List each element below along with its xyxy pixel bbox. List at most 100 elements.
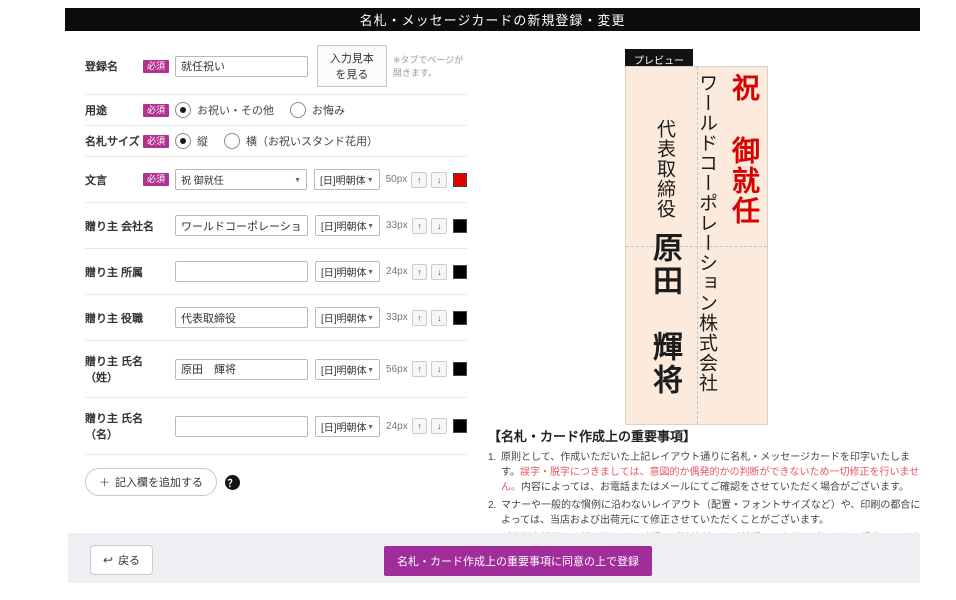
registration-name-input[interactable] <box>175 56 308 77</box>
note-item: 1. 原則として、作成いただいた上記レイアウト通りに名札・メッセージカードを印字… <box>488 450 922 495</box>
usage-row: 用途 必須 お祝い・その他 お悔み <box>85 95 467 126</box>
company-font-select[interactable]: [日]明朝体 <box>315 215 380 236</box>
note-text: マナーや一般的な慣例に沿わないレイアウト（配置・フォントサイズなど）や、印刷の都… <box>501 498 922 528</box>
size-down-button[interactable] <box>431 310 447 326</box>
position-label: 贈り主 役職 <box>85 310 143 326</box>
chevron-down-icon <box>367 266 374 277</box>
add-field-button[interactable]: ＋ 記入欄を追加する <box>85 468 217 496</box>
usage-radio-condolence[interactable] <box>290 102 306 118</box>
company-label: 贈り主 会社名 <box>85 218 154 234</box>
chevron-down-icon <box>367 421 374 432</box>
message-select[interactable]: 祝 御就任 <box>175 169 307 190</box>
department-font-size: 24px <box>386 266 408 277</box>
first-name-font-select[interactable]: [日]明朝体 <box>315 416 380 437</box>
note-number: 2. <box>488 498 501 528</box>
first-name-label: 贈り主 氏名（名） <box>85 410 169 442</box>
note-item: 2. マナーや一般的な慣例に沿わないレイアウト（配置・フォントサイズなど）や、印… <box>488 498 922 528</box>
registration-name-label: 登録名 <box>85 58 118 74</box>
usage-radio-celebration[interactable] <box>175 102 191 118</box>
last-name-color-swatch[interactable] <box>453 362 467 376</box>
preview-name: 原田 輝将 <box>648 232 681 397</box>
usage-option-label: お悔み <box>312 102 345 118</box>
position-input[interactable] <box>175 307 308 328</box>
preview-position: 代表取締役 <box>654 119 675 219</box>
chevron-down-icon <box>294 174 301 185</box>
chevron-down-icon <box>367 364 374 375</box>
register-button[interactable]: 名札・カード作成上の重要事項に同意の上で登録 <box>384 546 652 576</box>
last-name-font-size: 56px <box>386 364 408 375</box>
card-size-label: 名札サイズ <box>85 133 140 149</box>
message-font-size: 50px <box>386 174 408 185</box>
font-select-value: [日]明朝体 <box>321 362 367 377</box>
department-font-select[interactable]: [日]明朝体 <box>315 261 380 282</box>
company-font-size: 33px <box>386 220 408 231</box>
help-icon[interactable]: ？ <box>225 475 240 490</box>
message-select-value: 祝 御就任 <box>181 172 224 187</box>
view-sample-button[interactable]: 入力見本を見る <box>317 45 387 87</box>
required-badge: 必須 <box>143 173 169 186</box>
name-card-form: 登録名 必須 入力見本を見る ※タブでページが開きます。 用途 必須 お祝い・そ… <box>85 38 467 509</box>
font-select-value: [日]明朝体 <box>321 264 367 279</box>
message-color-swatch[interactable] <box>453 173 467 187</box>
size-down-button[interactable] <box>431 172 447 188</box>
usage-option-label: お祝い・その他 <box>197 102 274 118</box>
message-label: 文言 <box>85 172 107 188</box>
size-down-button[interactable] <box>431 264 447 280</box>
first-name-color-swatch[interactable] <box>453 419 467 433</box>
last-name-label: 贈り主 氏名（姓） <box>85 353 169 385</box>
card-size-row: 名札サイズ 必須 縦 横（お祝いスタンド花用） <box>85 126 467 157</box>
first-name-row: 贈り主 氏名（名） [日]明朝体 24px <box>85 398 467 455</box>
size-radio-vertical[interactable] <box>175 133 191 149</box>
note-number: 1. <box>488 450 501 495</box>
back-button[interactable]: ↩ 戻る <box>90 545 153 575</box>
font-select-value: [日]明朝体 <box>321 310 367 325</box>
department-label: 贈り主 所属 <box>85 264 143 280</box>
usage-label: 用途 <box>85 102 107 118</box>
size-up-button[interactable] <box>412 264 428 280</box>
plus-icon: ＋ <box>99 474 110 490</box>
preview-vertical-text: 祝 御就任 ワールドコーポレーション株式会社 代表取締役原田 輝将 <box>630 73 763 418</box>
new-tab-note: ※タブでページが開きます。 <box>393 53 467 79</box>
last-name-font-select[interactable]: [日]明朝体 <box>315 359 380 380</box>
preview-message: 祝 御就任 <box>723 73 763 418</box>
department-input[interactable] <box>175 261 308 282</box>
back-arrow-icon: ↩ <box>103 553 113 567</box>
first-name-input[interactable] <box>175 416 308 437</box>
font-select-value: [日]明朝体 <box>321 218 367 233</box>
position-font-select[interactable]: [日]明朝体 <box>315 307 380 328</box>
required-badge: 必須 <box>143 135 169 148</box>
chevron-down-icon <box>367 312 374 323</box>
size-down-button[interactable] <box>431 418 447 434</box>
required-badge: 必須 <box>143 60 169 73</box>
preview-sender-column: 代表取締役原田 輝将 <box>642 73 686 418</box>
last-name-row: 贈り主 氏名（姓） [日]明朝体 56px <box>85 341 467 398</box>
preview-card: 祝 御就任 ワールドコーポレーション株式会社 代表取締役原田 輝将 <box>625 66 768 425</box>
chevron-down-icon <box>367 174 374 185</box>
company-input[interactable] <box>175 215 308 236</box>
size-up-button[interactable] <box>412 418 428 434</box>
department-color-swatch[interactable] <box>453 265 467 279</box>
back-label: 戻る <box>118 552 140 568</box>
position-font-size: 33px <box>386 312 408 323</box>
size-down-button[interactable] <box>431 361 447 377</box>
note-text: 原則として、作成いただいた上記レイアウト通りに名札・メッセージカードを印字いたし… <box>501 450 922 495</box>
required-badge: 必須 <box>143 104 169 117</box>
size-up-button[interactable] <box>412 218 428 234</box>
company-color-swatch[interactable] <box>453 219 467 233</box>
position-color-swatch[interactable] <box>453 311 467 325</box>
notes-heading: 【名札・カード作成上の重要事項】 <box>488 426 922 445</box>
message-font-select[interactable]: [日]明朝体 <box>314 169 380 190</box>
size-down-button[interactable] <box>431 218 447 234</box>
registration-name-row: 登録名 必須 入力見本を見る ※タブでページが開きます。 <box>85 38 467 95</box>
last-name-input[interactable] <box>175 359 308 380</box>
size-up-button[interactable] <box>412 310 428 326</box>
size-radio-horizontal[interactable] <box>224 133 240 149</box>
size-up-button[interactable] <box>411 172 427 188</box>
add-field-row: ＋ 記入欄を追加する ？ <box>85 455 467 509</box>
message-row: 文言 必須 祝 御就任 [日]明朝体 50px <box>85 157 467 203</box>
size-up-button[interactable] <box>412 361 428 377</box>
preview-company: ワールドコーポレーション株式会社 <box>693 73 720 418</box>
first-name-font-size: 24px <box>386 421 408 432</box>
position-row: 贈り主 役職 [日]明朝体 33px <box>85 295 467 341</box>
font-select-value: [日]明朝体 <box>321 419 367 434</box>
